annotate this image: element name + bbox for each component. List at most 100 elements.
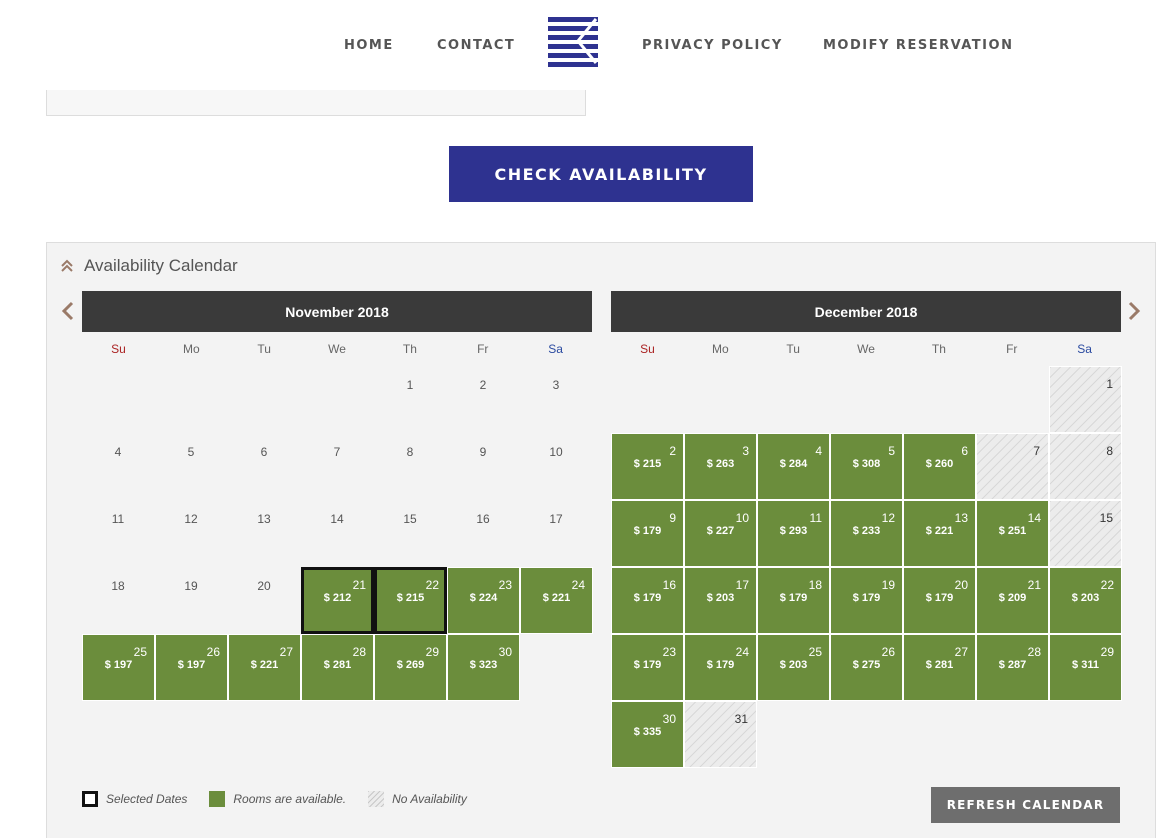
day-price: $ 269 bbox=[396, 659, 425, 671]
available-day-cell[interactable]: 9 $ 179 bbox=[611, 500, 684, 567]
day-number: 18 bbox=[111, 579, 125, 593]
day-price: $ 179 bbox=[925, 592, 954, 604]
available-day-cell[interactable]: 14 $ 251 bbox=[976, 500, 1049, 567]
day-number: 27 bbox=[954, 645, 968, 659]
day-cell: 12 bbox=[155, 500, 228, 567]
day-number: 13 bbox=[257, 512, 271, 526]
available-day-cell[interactable]: 3 $ 263 bbox=[684, 433, 757, 500]
available-day-cell[interactable]: 19 $ 179 bbox=[830, 567, 903, 634]
available-day-cell[interactable]: 25 $ 203 bbox=[757, 634, 830, 701]
day-price: $ 197 bbox=[104, 659, 133, 671]
selected-day-cell[interactable]: 22 $ 215 bbox=[374, 567, 447, 634]
day-number: 27 bbox=[279, 645, 293, 659]
prev-month-arrow-icon[interactable] bbox=[60, 300, 76, 322]
day-number: 11 bbox=[111, 512, 125, 526]
booking-form-remnant bbox=[46, 90, 586, 116]
selected-swatch bbox=[82, 791, 98, 807]
available-day-cell[interactable]: 11 $ 293 bbox=[757, 500, 830, 567]
available-day-cell[interactable]: 12 $ 233 bbox=[830, 500, 903, 567]
day-price: $ 308 bbox=[852, 458, 881, 470]
day-cell: 4 bbox=[82, 433, 155, 500]
available-day-cell[interactable]: 20 $ 179 bbox=[903, 567, 976, 634]
empty-day-cell bbox=[830, 366, 903, 433]
empty-day-cell bbox=[757, 366, 830, 433]
check-availability-button[interactable]: CHECK AVAILABILITY bbox=[449, 146, 753, 202]
day-price: $ 179 bbox=[706, 659, 735, 671]
day-number: 17 bbox=[549, 512, 563, 526]
available-day-cell[interactable]: 17 $ 203 bbox=[684, 567, 757, 634]
day-price: $ 215 bbox=[396, 592, 425, 604]
day-number: 5 bbox=[187, 445, 195, 459]
available-day-cell[interactable]: 25 $ 197 bbox=[82, 634, 155, 701]
day-number: 18 bbox=[808, 578, 822, 592]
available-day-cell[interactable]: 4 $ 284 bbox=[757, 433, 830, 500]
day-number: 4 bbox=[815, 444, 822, 458]
nav-home-link[interactable]: HOME bbox=[344, 38, 394, 53]
available-day-cell[interactable]: 16 $ 179 bbox=[611, 567, 684, 634]
available-day-cell[interactable]: 5 $ 308 bbox=[830, 433, 903, 500]
day-number: 22 bbox=[1100, 578, 1114, 592]
available-day-cell[interactable]: 30 $ 323 bbox=[447, 634, 520, 701]
day-number: 19 bbox=[184, 579, 198, 593]
day-number: 7 bbox=[333, 445, 341, 459]
day-number: 23 bbox=[498, 578, 512, 592]
unavailable-day-cell: 7 bbox=[976, 433, 1049, 500]
available-day-cell[interactable]: 27 $ 221 bbox=[228, 634, 301, 701]
day-cell: 15 bbox=[374, 500, 447, 567]
available-day-cell[interactable]: 26 $ 197 bbox=[155, 634, 228, 701]
available-day-cell[interactable]: 27 $ 281 bbox=[903, 634, 976, 701]
unavailable-swatch bbox=[368, 791, 385, 807]
day-number: 28 bbox=[352, 645, 366, 659]
day-price: $ 293 bbox=[779, 525, 808, 537]
available-day-cell[interactable]: 29 $ 269 bbox=[374, 634, 447, 701]
available-day-cell[interactable]: 30 $ 335 bbox=[611, 701, 684, 768]
available-day-cell[interactable]: 10 $ 227 bbox=[684, 500, 757, 567]
unavailable-day-cell: 31 bbox=[684, 701, 757, 768]
day-number: 24 bbox=[571, 578, 585, 592]
available-day-cell[interactable]: 28 $ 287 bbox=[976, 634, 1049, 701]
available-day-cell[interactable]: 22 $ 203 bbox=[1049, 567, 1122, 634]
available-day-cell[interactable]: 28 $ 281 bbox=[301, 634, 374, 701]
day-number: 3 bbox=[742, 444, 749, 458]
nav-privacy-link[interactable]: PRIVACY POLICY bbox=[642, 38, 783, 53]
available-day-cell[interactable]: 13 $ 221 bbox=[903, 500, 976, 567]
day-number: 25 bbox=[133, 645, 147, 659]
hotel-logo[interactable] bbox=[548, 17, 598, 67]
day-number: 1 bbox=[1106, 377, 1113, 391]
available-day-cell[interactable]: 23 $ 179 bbox=[611, 634, 684, 701]
nav-contact-link[interactable]: CONTACT bbox=[437, 38, 515, 53]
refresh-calendar-button[interactable]: REFRESH CALENDAR bbox=[931, 787, 1120, 823]
day-cell: 1 bbox=[374, 366, 447, 433]
day-number: 8 bbox=[406, 445, 414, 459]
available-day-cell[interactable]: 6 $ 260 bbox=[903, 433, 976, 500]
available-day-cell[interactable]: 2 $ 215 bbox=[611, 433, 684, 500]
day-cell: 18 bbox=[82, 567, 155, 634]
day-number: 30 bbox=[498, 645, 512, 659]
unavailable-day-cell: 15 bbox=[1049, 500, 1122, 567]
day-number: 9 bbox=[479, 445, 487, 459]
day-number: 2 bbox=[479, 378, 487, 392]
available-day-cell[interactable]: 24 $ 221 bbox=[520, 567, 593, 634]
next-month-arrow-icon[interactable] bbox=[1126, 300, 1142, 322]
day-number: 4 bbox=[114, 445, 122, 459]
available-day-cell[interactable]: 29 $ 311 bbox=[1049, 634, 1122, 701]
available-day-cell[interactable]: 18 $ 179 bbox=[757, 567, 830, 634]
day-price: $ 209 bbox=[998, 592, 1027, 604]
available-day-cell[interactable]: 23 $ 224 bbox=[447, 567, 520, 634]
day-number: 10 bbox=[549, 445, 563, 459]
nav-modify-reservation-link[interactable]: MODIFY RESERVATION bbox=[823, 38, 1013, 53]
weekday-label: Fr bbox=[1006, 342, 1018, 356]
available-day-cell[interactable]: 26 $ 275 bbox=[830, 634, 903, 701]
selected-day-cell[interactable]: 21 $ 212 bbox=[301, 567, 374, 634]
available-day-cell[interactable]: 21 $ 209 bbox=[976, 567, 1049, 634]
collapse-chevron-up-icon[interactable] bbox=[60, 259, 74, 273]
day-price: $ 179 bbox=[633, 592, 662, 604]
day-number: 21 bbox=[352, 578, 366, 592]
top-navigation: HOME CONTACT PRIVACY POLICY MODIFY RESER… bbox=[0, 0, 1173, 92]
day-cell: 2 bbox=[447, 366, 520, 433]
day-number: 30 bbox=[662, 712, 676, 726]
empty-day-cell bbox=[155, 366, 228, 433]
day-price: $ 203 bbox=[779, 659, 808, 671]
day-price: $ 251 bbox=[998, 525, 1027, 537]
available-day-cell[interactable]: 24 $ 179 bbox=[684, 634, 757, 701]
